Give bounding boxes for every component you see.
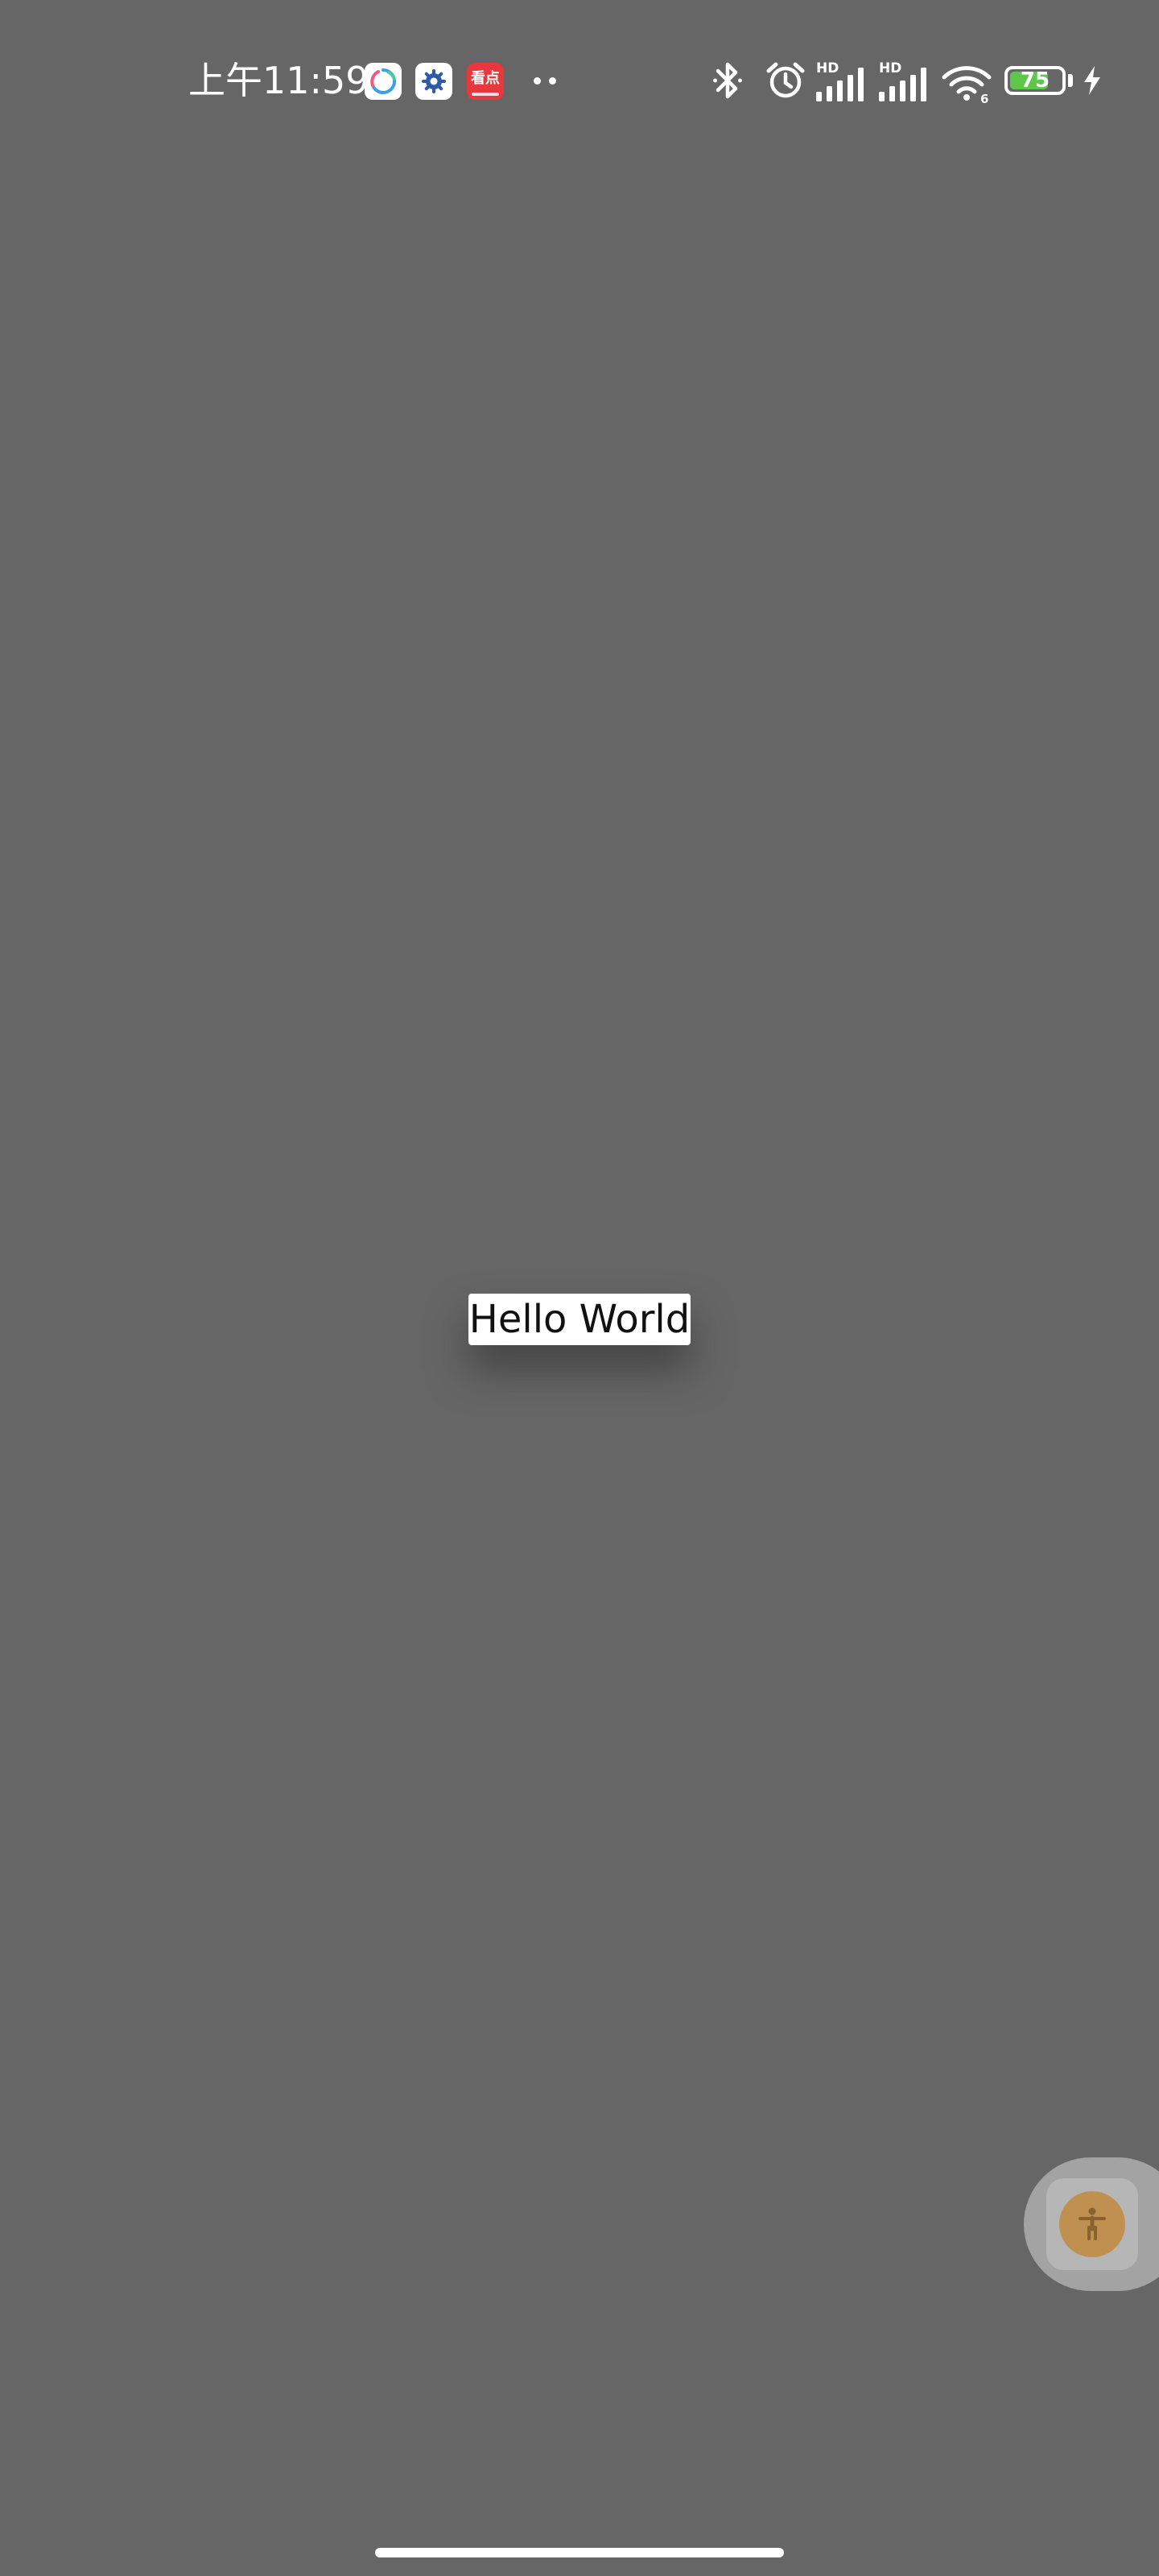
bluetooth-icon <box>713 62 742 99</box>
charging-icon <box>1084 66 1100 95</box>
floating-dock[interactable] <box>1024 2157 1159 2291</box>
battery-tip <box>1068 74 1073 87</box>
accessibility-icon <box>1079 2207 1106 2240</box>
more-dots-icon <box>531 74 560 87</box>
battery-level: 75 <box>1020 68 1050 93</box>
signal-label: HD <box>879 60 901 76</box>
status-bar: 上午11:59 看点 HD HD 6 75 <box>0 48 1159 113</box>
home-indicator[interactable] <box>375 2548 784 2557</box>
wifi-icon: 6 <box>942 66 992 103</box>
news-app-glyph: 看点 <box>471 70 500 87</box>
alarm-icon <box>766 62 805 98</box>
signal-label: HD <box>816 60 839 76</box>
status-time: 上午11:59 <box>188 59 369 102</box>
accessibility-button[interactable] <box>1059 2191 1125 2257</box>
sync-app-icon <box>365 63 402 100</box>
hd-signal-icon: HD <box>816 60 864 101</box>
news-app-icon: 看点 <box>467 63 504 100</box>
wifi-badge: 6 <box>980 92 988 103</box>
floating-button-container[interactable] <box>1046 2178 1138 2270</box>
hd-signal-icon: HD <box>879 60 926 101</box>
settings-app-icon <box>415 63 452 100</box>
hello-world-label: Hello World <box>468 1294 691 1345</box>
